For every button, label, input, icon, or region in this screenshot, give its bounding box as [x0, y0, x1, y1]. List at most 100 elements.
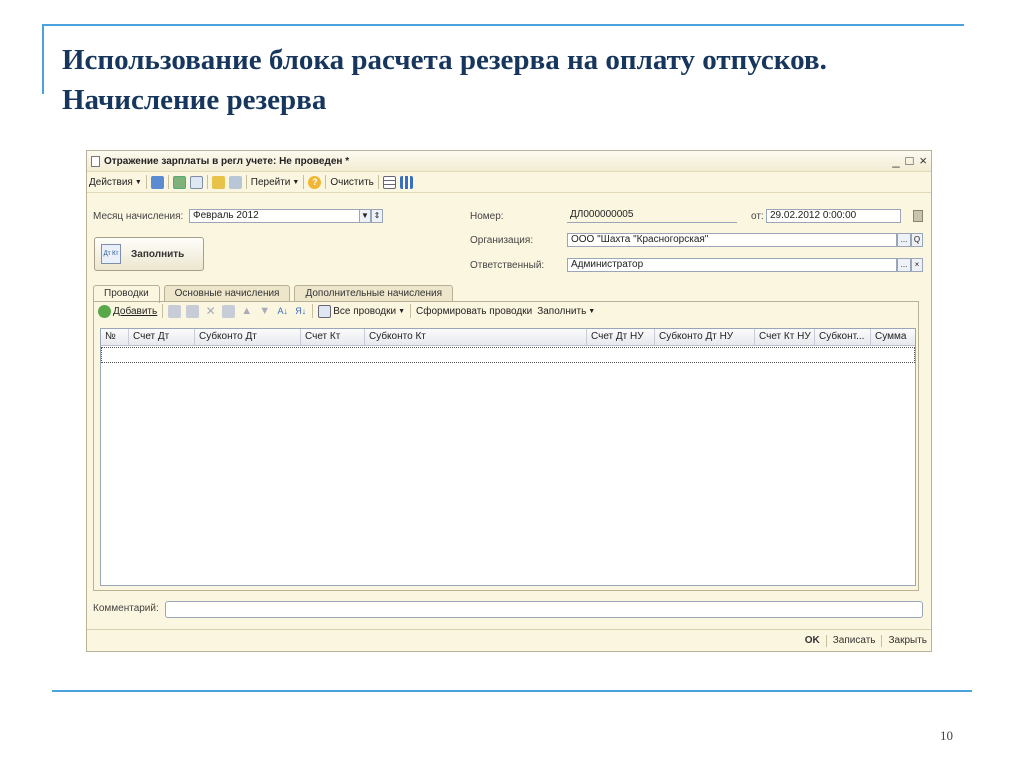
clear-icon[interactable]: ×: [911, 258, 923, 272]
toolbar-divider: [325, 175, 327, 189]
column-header[interactable]: Субконто Дт НУ: [655, 329, 755, 345]
post-icon[interactable]: [172, 175, 186, 189]
maximize-button[interactable]: □: [906, 153, 914, 169]
document-icon: [91, 155, 100, 167]
generate-entries-button[interactable]: Сформировать проводки: [416, 306, 532, 317]
toolbar-divider: [312, 304, 314, 318]
minimize-button[interactable]: _: [892, 153, 899, 169]
move-up-icon[interactable]: ▲: [240, 305, 253, 318]
sort-descending-icon[interactable]: Я↓: [294, 305, 307, 318]
add-icon: [98, 304, 111, 318]
search-icon[interactable]: Q: [911, 233, 923, 247]
edit-icon[interactable]: [186, 304, 200, 318]
goto-menu[interactable]: Перейти ▼: [251, 177, 300, 188]
document-window: Отражение зарплаты в регл учете: Не пров…: [86, 150, 932, 652]
toolbar-divider: [377, 175, 379, 189]
close-button[interactable]: Закрыть: [888, 635, 927, 646]
toolbar-divider: [245, 175, 247, 189]
fill-button-label: Заполнить: [131, 248, 185, 260]
toolbar-divider: [303, 175, 305, 189]
chevron-down-icon: ▼: [398, 307, 406, 315]
column-header[interactable]: №: [101, 329, 129, 345]
print-icon[interactable]: [228, 175, 242, 189]
main-toolbar: Действия ▼ Перейти ▼ ? Очистить: [87, 172, 931, 193]
organization-label: Организация:: [470, 235, 534, 246]
statusbar-divider: [825, 634, 827, 647]
responsible-select-button[interactable]: ...: [897, 258, 911, 272]
chevron-down-icon: ▼: [134, 178, 142, 186]
comment-label: Комментарий:: [93, 603, 159, 614]
all-entries-menu[interactable]: Все проводки ▼: [318, 304, 406, 318]
post-and-close-icon[interactable]: [150, 175, 164, 189]
toolbar-divider: [206, 175, 208, 189]
clear-button[interactable]: Очистить: [330, 177, 374, 188]
actions-menu[interactable]: Действия ▼: [89, 177, 142, 188]
copy-row-icon[interactable]: [168, 304, 182, 318]
tab-additional-accruals[interactable]: Дополнительные начисления: [294, 285, 453, 302]
column-header[interactable]: Субконт...: [815, 329, 871, 345]
column-header[interactable]: Счет Кт НУ: [755, 329, 815, 345]
goto-label: Перейти: [250, 176, 291, 188]
entries-table[interactable]: № Счет Дт Субконто Дт Счет Кт Субконто К…: [100, 328, 916, 586]
column-header[interactable]: Сумма: [871, 329, 915, 345]
ok-button[interactable]: OK: [805, 635, 820, 646]
refresh-icon[interactable]: [189, 175, 203, 189]
date-field[interactable]: 29.02.2012 0:00:00: [766, 209, 901, 223]
date-label: от:: [751, 211, 764, 222]
tab-main-accruals[interactable]: Основные начисления: [163, 285, 291, 302]
slide-left-line: [42, 24, 44, 94]
statusbar-divider: [881, 634, 883, 647]
list-icon[interactable]: [382, 175, 396, 189]
comment-field[interactable]: [165, 601, 923, 618]
debit-credit-icon: Дт Кт: [101, 244, 121, 264]
month-dropdown-button[interactable]: ▼: [359, 209, 371, 223]
end-edit-icon[interactable]: [222, 304, 236, 318]
help-icon[interactable]: ?: [308, 175, 322, 189]
sort-ascending-icon[interactable]: A↓: [276, 305, 289, 318]
month-stepper[interactable]: ⇕: [371, 209, 383, 223]
window-statusbar: OK Записать Закрыть: [87, 629, 931, 651]
number-field[interactable]: ДЛ000000005: [567, 209, 737, 223]
delete-icon[interactable]: ✕: [204, 304, 217, 318]
actions-label: Действия: [89, 176, 133, 188]
page-number: 10: [940, 728, 953, 743]
slide-bottom-line: [52, 690, 972, 692]
column-header[interactable]: Счет Дт НУ: [587, 329, 655, 345]
copy-document-icon[interactable]: [211, 175, 225, 189]
entries-icon: [318, 304, 332, 318]
table-header: № Счет Дт Субконто Дт Счет Кт Субконто К…: [101, 329, 915, 346]
fill-menu-label: Заполнить: [537, 305, 587, 317]
save-button[interactable]: Записать: [833, 635, 876, 646]
responsible-field[interactable]: Администратор: [567, 258, 897, 272]
close-window-button[interactable]: ×: [919, 153, 927, 169]
organization-field[interactable]: ООО "Шахта "Красногорская": [567, 233, 897, 247]
fill-button[interactable]: Дт Кт Заполнить: [94, 237, 204, 271]
tab-strip: Проводки Основные начисления Дополнитель…: [93, 285, 453, 303]
toolbar-divider: [410, 304, 412, 318]
column-header[interactable]: Счет Дт: [129, 329, 195, 345]
structure-icon[interactable]: [399, 175, 413, 189]
column-header[interactable]: Субконто Дт: [195, 329, 301, 345]
slide-title-line2: Начисление резерва: [62, 84, 327, 116]
slide-top-line: [42, 24, 964, 26]
column-header[interactable]: Счет Кт: [301, 329, 365, 345]
chevron-down-icon: ▼: [588, 307, 596, 315]
month-label: Месяц начисления:: [93, 211, 184, 222]
move-down-icon[interactable]: ▼: [258, 305, 271, 318]
add-label: Добавить: [113, 305, 158, 317]
window-titlebar: Отражение зарплаты в регл учете: Не пров…: [87, 151, 931, 172]
fill-menu[interactable]: Заполнить ▼: [537, 306, 595, 317]
slide-title: Использование блока расчета резерва на о…: [62, 40, 982, 120]
table-row[interactable]: [101, 347, 915, 363]
window-title: Отражение зарплаты в регл учете: Не пров…: [104, 155, 350, 167]
month-field[interactable]: Февраль 2012: [189, 209, 361, 223]
responsible-label: Ответственный:: [470, 260, 545, 271]
column-header[interactable]: Субконто Кт: [365, 329, 587, 345]
toolbar-divider: [167, 175, 169, 189]
toolbar-divider: [145, 175, 147, 189]
calendar-icon[interactable]: [913, 210, 923, 222]
chevron-down-icon: ▼: [292, 178, 300, 186]
add-button[interactable]: Добавить: [98, 304, 158, 318]
entries-panel: Добавить ✕ ▲ ▼ A↓ Я↓ Все проводки ▼ Сформ…: [93, 301, 919, 591]
organization-select-button[interactable]: ...: [897, 233, 911, 247]
